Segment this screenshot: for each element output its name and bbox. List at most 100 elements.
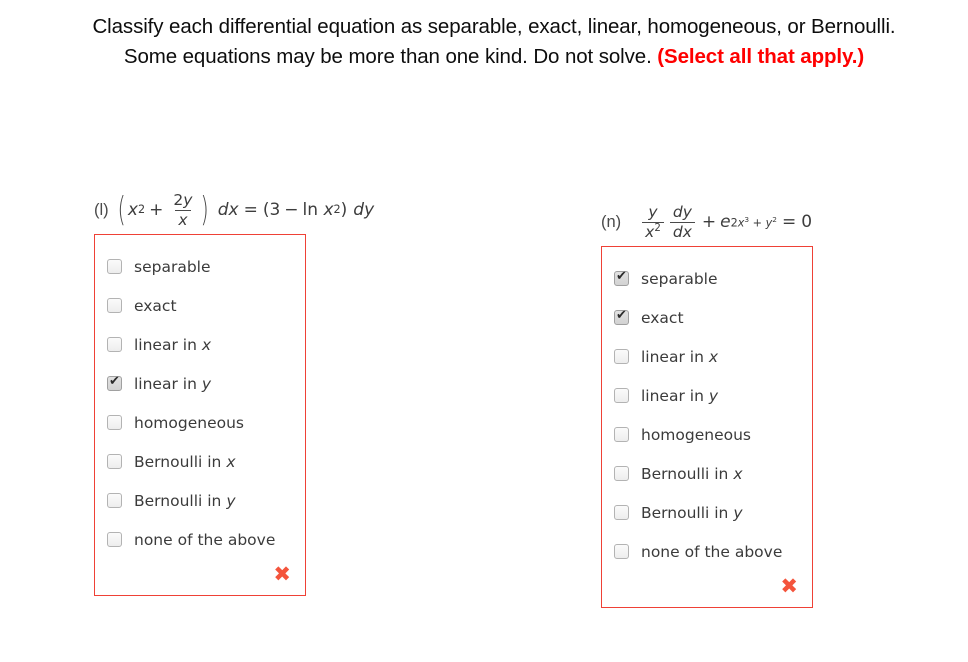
fraction-y-over-x-squared: y x2 xyxy=(642,204,664,240)
choice-text: Bernoulli in xyxy=(641,503,734,522)
checkbox-none-of-the-above[interactable] xyxy=(614,544,629,559)
choice-row-linear-in-x[interactable]: linear in x xyxy=(107,325,295,364)
choice-row-none-of-the-above[interactable]: none of the above xyxy=(614,532,802,571)
fraction1-numerator: y xyxy=(648,202,658,221)
checkbox-separable[interactable] xyxy=(107,259,122,274)
choice-text: linear in xyxy=(641,386,709,405)
choice-row-bernoulli-in-x[interactable]: Bernoulli in x xyxy=(614,454,802,493)
choice-row-linear-in-x[interactable]: linear in x xyxy=(614,337,802,376)
choice-row-linear-in-y[interactable]: linear in y xyxy=(107,364,295,403)
fraction-denominator: x xyxy=(175,209,191,229)
choice-variable: y xyxy=(226,491,236,510)
choice-text: linear in xyxy=(134,335,202,354)
right-paren-close: ) xyxy=(340,200,348,220)
choice-text: linear in xyxy=(134,374,202,393)
fraction2-numerator: dy xyxy=(672,202,692,221)
choice-label-exact: exact xyxy=(134,296,177,315)
checkbox-none-of-the-above[interactable] xyxy=(107,532,122,547)
choice-label-none-of-the-above: none of the above xyxy=(641,542,783,561)
choice-label-linear-in-y: linear in y xyxy=(134,375,211,393)
equation-l-expression: ( x2 + 2y x ) dx = (3 − ln x 2) dy xyxy=(117,189,375,230)
choice-row-bernoulli-in-y[interactable]: Bernoulli in y xyxy=(107,481,295,520)
left-paren-open: ( xyxy=(117,189,126,230)
checkbox-separable[interactable] xyxy=(614,269,629,286)
answer-card-n-footer: ✖ xyxy=(614,571,802,601)
checkbox-homogeneous[interactable] xyxy=(614,427,629,442)
equation-n-equals-sign: = xyxy=(782,212,797,232)
choice-text: linear in xyxy=(641,347,709,366)
exponential-base: e xyxy=(720,212,731,232)
checkbox-linear-in-y[interactable] xyxy=(614,388,629,403)
checkbox-linear-in-x[interactable] xyxy=(107,337,122,352)
rhs-variable: x xyxy=(323,200,334,220)
rhs-function: ln xyxy=(302,200,319,220)
checkbox-bernoulli-in-y[interactable] xyxy=(107,493,122,508)
question-part-n: (n) y x2 dy dx + e2x3 + y2 = 0 separable… xyxy=(601,200,813,608)
fraction-2y-over-x: 2y x xyxy=(170,190,195,229)
fraction-numerator: 2y xyxy=(170,190,195,210)
checkbox-exact[interactable] xyxy=(107,298,122,313)
equation-n-rhs: 0 xyxy=(801,212,813,232)
checkbox-linear-in-x[interactable] xyxy=(614,349,629,364)
checkbox-exact[interactable] xyxy=(614,308,629,325)
choice-label-bernoulli-in-x: Bernoulli in x xyxy=(641,465,743,483)
equation-n: (n) y x2 dy dx + e 2x3 + y2 = 0 xyxy=(601,200,813,244)
equation-label-n: (n) xyxy=(601,212,622,231)
lhs-variable: x xyxy=(127,200,138,220)
equals-sign: = xyxy=(243,200,258,220)
fraction2-denominator: dx xyxy=(669,221,695,241)
choice-variable: x xyxy=(708,347,719,366)
choice-label-linear-in-x: linear in x xyxy=(134,336,211,354)
checkbox-bernoulli-in-x[interactable] xyxy=(107,454,122,469)
denominator-exponent: 2 xyxy=(654,222,661,234)
choice-label-bernoulli-in-y: Bernoulli in y xyxy=(134,492,236,510)
choice-label-homogeneous: homogeneous xyxy=(641,425,752,444)
numerator-coefficient: 2 xyxy=(173,190,184,209)
checkbox-linear-in-y[interactable] xyxy=(107,374,122,391)
equation-n-expression: y x2 dy dx + e 2x3 + y2 = 0 xyxy=(627,204,812,240)
answer-card-l: separable exact linear in x linear in y … xyxy=(94,234,306,596)
checkbox-bernoulli-in-x[interactable] xyxy=(614,466,629,481)
incorrect-mark-icon: ✖ xyxy=(780,573,798,598)
rhs-differential: dy xyxy=(353,200,375,220)
choice-row-none-of-the-above[interactable]: none of the above xyxy=(107,520,295,559)
choice-text: Bernoulli in xyxy=(134,452,227,471)
choice-row-bernoulli-in-x[interactable]: Bernoulli in x xyxy=(107,442,295,481)
choice-label-linear-in-y: linear in y xyxy=(641,387,718,405)
choice-row-bernoulli-in-y[interactable]: Bernoulli in y xyxy=(614,493,802,532)
lhs-differential: dx xyxy=(217,200,239,220)
fraction-dy-over-dx: dy dx xyxy=(669,202,695,241)
choice-row-homogeneous[interactable]: homogeneous xyxy=(107,403,295,442)
fraction1-denominator: x2 xyxy=(642,221,664,241)
choice-label-separable: separable xyxy=(641,269,718,288)
choice-row-exact[interactable]: exact xyxy=(107,286,295,325)
right-paren-open: ( xyxy=(262,200,270,220)
choice-variable: x xyxy=(201,335,212,354)
exponent-power-1: 3 xyxy=(744,215,750,225)
choice-text: Bernoulli in xyxy=(641,464,734,483)
exponential-exponent: 2x3 + y2 xyxy=(731,216,777,229)
choice-label-homogeneous: homogeneous xyxy=(134,413,245,432)
answer-card-n: separable exact linear in x linear in y … xyxy=(601,246,813,608)
choice-row-separable[interactable]: separable xyxy=(107,247,295,286)
choice-label-bernoulli-in-y: Bernoulli in y xyxy=(641,504,743,522)
checkbox-bernoulli-in-y[interactable] xyxy=(614,505,629,520)
question-stem: Classify each differential equation as s… xyxy=(64,12,924,72)
choice-row-homogeneous[interactable]: homogeneous xyxy=(614,415,802,454)
equation-label-l: (l) xyxy=(94,200,109,219)
choice-label-linear-in-x: linear in x xyxy=(641,348,718,366)
choice-variable: y xyxy=(708,386,719,405)
choice-variable: x xyxy=(226,452,236,471)
answer-card-l-footer: ✖ xyxy=(107,559,295,589)
exponent-power-2: 2 xyxy=(772,215,777,225)
choice-row-linear-in-y[interactable]: linear in y xyxy=(614,376,802,415)
choice-row-separable[interactable]: separable xyxy=(614,259,802,298)
lhs-operator: + xyxy=(149,200,164,220)
incorrect-mark-icon: ✖ xyxy=(273,561,291,586)
choice-row-exact[interactable]: exact xyxy=(614,298,802,337)
checkbox-homogeneous[interactable] xyxy=(107,415,122,430)
choice-variable: x xyxy=(733,464,743,483)
exponent-coefficient: 2 xyxy=(730,216,738,230)
choice-text: Bernoulli in xyxy=(134,491,227,510)
choice-variable: y xyxy=(201,374,212,393)
